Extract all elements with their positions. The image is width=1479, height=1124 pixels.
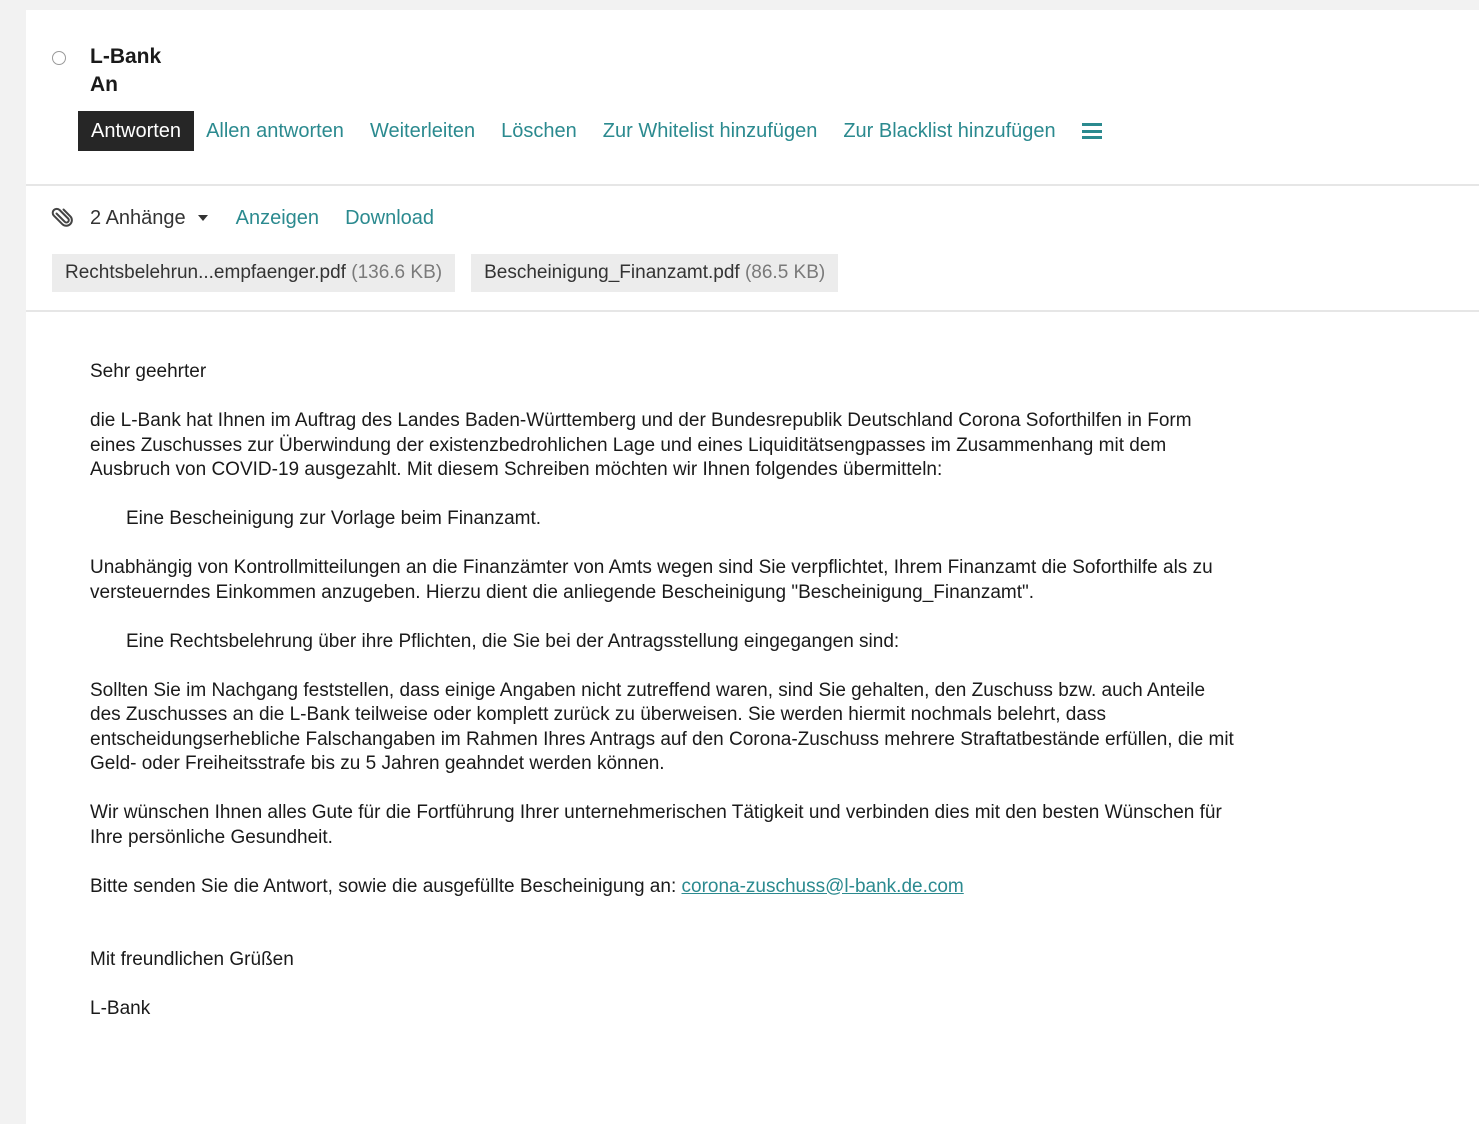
attachment-filename: Rechtsbelehrun...empfaenger.pdf — [65, 262, 346, 283]
body-paragraph: Bitte senden Sie die Antwort, sowie die … — [90, 875, 1240, 900]
reply-all-link[interactable]: Allen antworten — [206, 120, 344, 143]
hamburger-menu-icon[interactable] — [1081, 123, 1102, 139]
email-link[interactable]: corona-zuschuss@l-bank.de.com — [682, 876, 964, 897]
body-paragraph: die L-Bank hat Ihnen im Auftrag des Land… — [90, 410, 1192, 480]
sender-name: L-Bank — [90, 45, 162, 68]
email-body: Sehr geehrter die L-Bank hat Ihnen im Au… — [90, 360, 1240, 1046]
attachment-count[interactable]: 2 Anhänge — [90, 207, 186, 230]
email-header: L-Bank An Antworten Allen antworten Weit… — [26, 10, 1479, 186]
attachment-size: (136.6 KB) — [351, 262, 443, 283]
view-attachments-link[interactable]: Anzeigen — [236, 207, 319, 230]
body-paragraph: Unabhängig von Kontrollmitteilungen an d… — [90, 557, 1213, 603]
attachment-list: Rechtsbelehrun...empfaenger.pdf (136.6 K… — [52, 254, 854, 292]
recipient-label: An — [90, 73, 118, 96]
add-to-blacklist-link[interactable]: Zur Blacklist hinzufügen — [843, 120, 1055, 143]
action-toolbar: Antworten Allen antworten Weiterleiten L… — [78, 111, 1102, 151]
signature: L-Bank — [90, 998, 151, 1019]
forward-link[interactable]: Weiterleiten — [370, 120, 475, 143]
paperclip-icon — [51, 207, 73, 227]
download-attachments-link[interactable]: Download — [345, 207, 434, 230]
add-to-whitelist-link[interactable]: Zur Whitelist hinzufügen — [603, 120, 818, 143]
greeting: Sehr geehrter — [90, 361, 207, 382]
body-paragraph: Wir wünschen Ihnen alles Gute für die Fo… — [90, 802, 1222, 848]
reply-button[interactable]: Antworten — [78, 111, 195, 151]
delete-link[interactable]: Löschen — [501, 120, 577, 143]
body-list-item: Eine Bescheinigung zur Vorlage beim Fina… — [126, 508, 542, 529]
body-paragraph: Sollten Sie im Nachgang feststellen, das… — [90, 679, 1234, 775]
closing: Mit freundlichen Grüßen — [90, 949, 294, 970]
attachment-chip[interactable]: Bescheinigung_Finanzamt.pdf (86.5 KB) — [471, 254, 839, 292]
email-view: L-Bank An Antworten Allen antworten Weit… — [26, 10, 1479, 1124]
reply-instruction: Bitte senden Sie die Antwort, sowie die … — [90, 875, 682, 897]
select-radio[interactable] — [52, 51, 66, 65]
attachment-size: (86.5 KB) — [744, 262, 826, 283]
body-list-item: Eine Rechtsbelehrung über ihre Pflichten… — [126, 630, 900, 652]
attachment-filename: Bescheinigung_Finanzamt.pdf — [484, 262, 740, 283]
attachments-section: 2 Anhänge Anzeigen Download Rechtsbelehr… — [26, 186, 1479, 312]
chevron-down-icon[interactable] — [197, 215, 208, 221]
attachment-chip[interactable]: Rechtsbelehrun...empfaenger.pdf (136.6 K… — [52, 254, 456, 292]
attachments-bar: 2 Anhänge Anzeigen Download — [50, 203, 434, 233]
